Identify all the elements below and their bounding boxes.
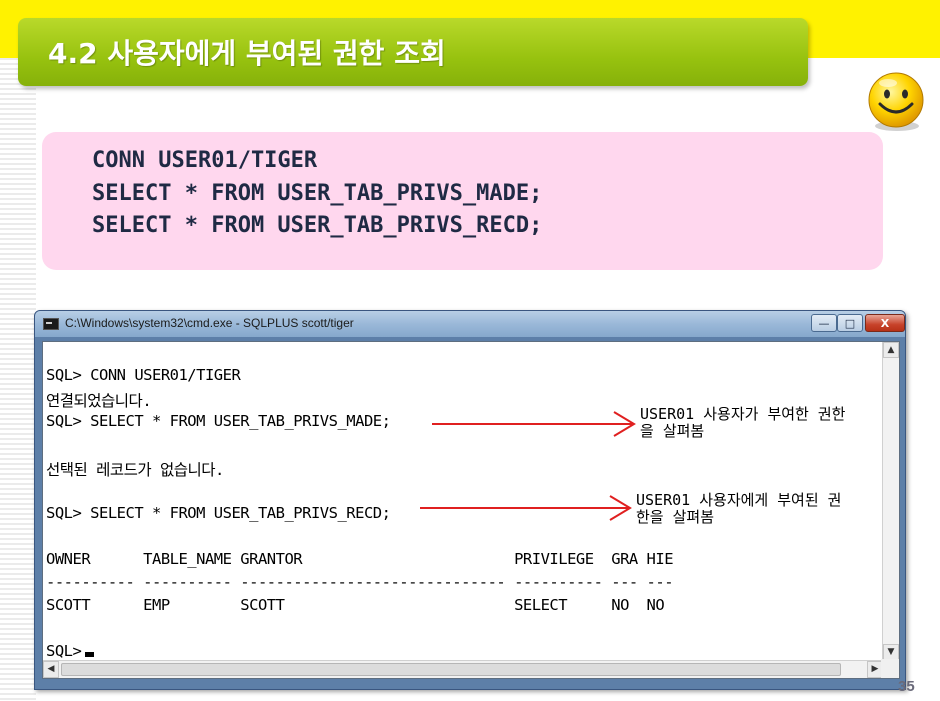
code-line-1: CONN USER01/TIGER xyxy=(92,148,318,173)
annotation-recd: USER01 사용자에게 부여된 권 한을 살펴봄 xyxy=(636,491,842,526)
horizontal-scrollbar[interactable]: ◀ ▶ xyxy=(43,660,883,678)
console-line: SCOTT EMP SCOTT SELECT NO NO xyxy=(46,596,665,614)
cmd-titlebar[interactable]: C:\Windows\system32\cmd.exe - SQLPLUS sc… xyxy=(35,311,905,337)
vertical-scrollbar[interactable]: ▲ ▼ xyxy=(882,342,899,660)
console-line: SQL> SELECT * FROM USER_TAB_PRIVS_RECD; xyxy=(46,504,391,522)
maximize-button[interactable]: □ xyxy=(837,314,863,332)
cmd-window-icon[interactable] xyxy=(43,318,59,330)
slide-title: 4.2 사용자에게 부여된 권한 조회 xyxy=(48,37,446,70)
console-prompt: SQL> xyxy=(46,642,82,660)
scroll-up-arrow-icon[interactable]: ▲ xyxy=(883,342,899,358)
close-button[interactable]: X xyxy=(865,314,905,332)
console-line: OWNER TABLE_NAME GRANTOR PRIVILEGE GRA H… xyxy=(46,550,674,568)
page-number: 35 xyxy=(898,678,915,695)
left-stripe-decoration xyxy=(0,58,36,701)
code-line-2: SELECT * FROM USER_TAB_PRIVS_MADE; xyxy=(92,181,543,206)
scroll-corner xyxy=(881,659,899,678)
minimize-button[interactable]: — xyxy=(811,314,837,332)
scroll-thumb[interactable] xyxy=(61,663,841,676)
smiley-face-icon xyxy=(868,72,924,131)
console-prompt-line[interactable]: SQL> xyxy=(46,642,95,660)
console-line: ---------- ---------- ------------------… xyxy=(46,573,674,591)
code-line-3: SELECT * FROM USER_TAB_PRIVS_RECD; xyxy=(92,213,543,238)
sql-code-box: CONN USER01/TIGER SELECT * FROM USER_TAB… xyxy=(42,132,883,270)
annotation-made: USER01 사용자가 부여한 권한 을 살펴봄 xyxy=(640,405,846,440)
console-line: 연결되었습니다. xyxy=(46,392,152,410)
scroll-left-arrow-icon[interactable]: ◀ xyxy=(43,661,59,678)
scroll-down-arrow-icon[interactable]: ▼ xyxy=(883,644,899,660)
console-line: 선택된 레코드가 없습니다. xyxy=(46,461,224,479)
cursor-block xyxy=(85,652,95,657)
cmd-window-title: C:\Windows\system32\cmd.exe - SQLPLUS sc… xyxy=(65,316,354,330)
console-line: SQL> CONN USER01/TIGER xyxy=(46,366,241,384)
slide-title-bar: 4.2 사용자에게 부여된 권한 조회 xyxy=(18,18,808,86)
console-line: SQL> SELECT * FROM USER_TAB_PRIVS_MADE; xyxy=(46,412,391,430)
